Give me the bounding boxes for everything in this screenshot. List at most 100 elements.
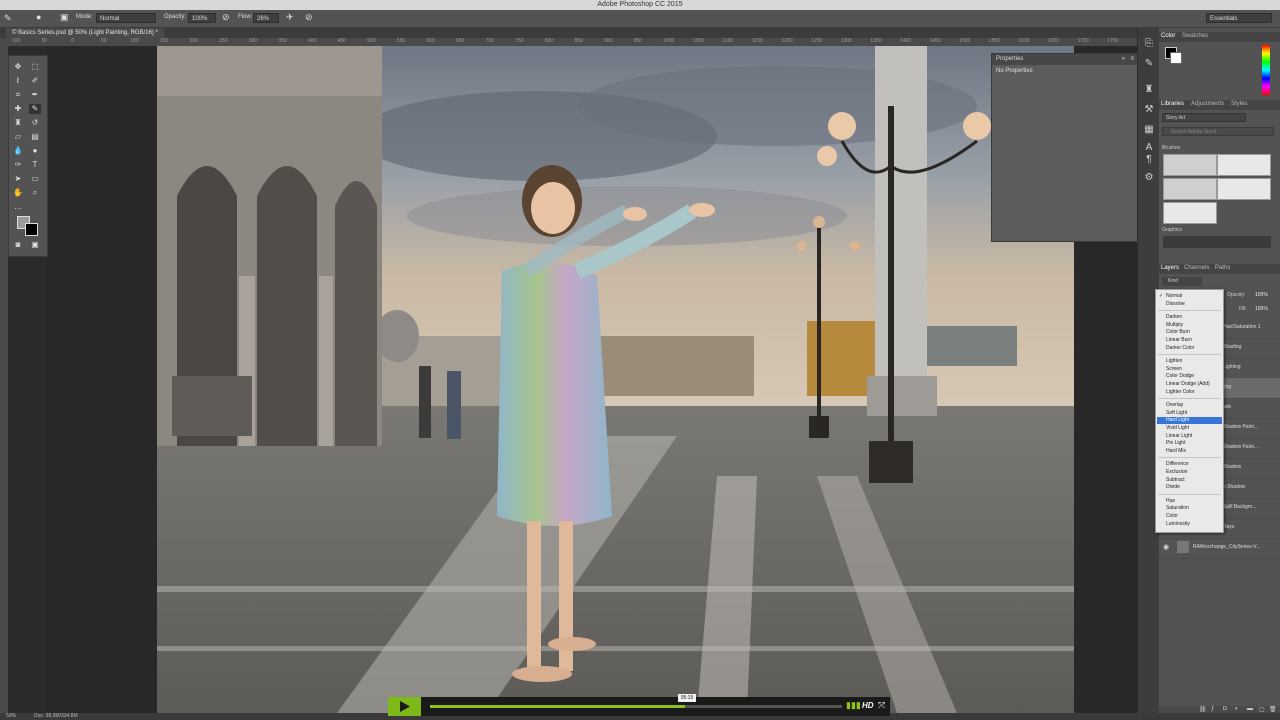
background-color-swatch[interactable] [25, 223, 38, 236]
brush-panel-icon[interactable]: ▣ [60, 12, 69, 23]
tab-swatches[interactable]: Swatches [1182, 33, 1208, 39]
pen-tool-icon[interactable]: ✑ [12, 160, 24, 170]
new-layer-icon[interactable]: ▢ [1259, 706, 1265, 713]
timeline-icon[interactable]: ⚙ [1143, 172, 1155, 184]
blend-mode-option[interactable]: Pin Light [1166, 440, 1185, 447]
tool-presets-icon[interactable]: ⚒ [1143, 104, 1155, 116]
blend-mode-option[interactable]: Subtract [1166, 477, 1185, 484]
blend-mode-option[interactable]: Hue [1166, 498, 1175, 505]
clone-source-icon[interactable]: ♜ [1143, 84, 1155, 96]
properties-panel-header[interactable]: Properties » ≡ [992, 54, 1137, 65]
airbrush-icon[interactable]: ✈ [286, 12, 294, 23]
mask-icon[interactable]: ◘ [1223, 706, 1227, 712]
link-layers-icon[interactable]: ⛓ [1199, 706, 1207, 713]
shape-tool-icon[interactable]: ▭ [29, 174, 41, 184]
marquee-tool-icon[interactable]: ⬚ [29, 62, 41, 72]
stock-search-input[interactable]: Search Adobe Stock [1162, 127, 1274, 136]
blend-mode-option[interactable]: Linear Dodge (Add) [1166, 381, 1210, 388]
properties-icon[interactable]: ▦ [1143, 124, 1155, 136]
blend-mode-option[interactable]: Overlay [1166, 402, 1183, 409]
blend-mode-option[interactable]: Luminosity [1166, 521, 1190, 528]
visibility-eye-icon[interactable]: ◉ [1163, 543, 1169, 551]
paragraph-icon[interactable]: ¶ [1143, 154, 1155, 166]
tab-libraries[interactable]: Libraries [1161, 101, 1184, 107]
zoom-tool-icon[interactable]: ⌕ [29, 188, 41, 198]
screen-mode-icon[interactable]: ▣ [29, 240, 41, 250]
type-tool-icon[interactable]: T [29, 160, 41, 170]
library-select[interactable]: Story Art [1162, 113, 1246, 122]
blend-mode-option[interactable]: Lighten [1166, 358, 1182, 365]
blend-mode-option[interactable]: Normal [1166, 293, 1182, 300]
move-tool-icon[interactable]: ✥ [12, 62, 24, 72]
play-button[interactable] [388, 697, 421, 716]
graphics-thumbnails[interactable] [1163, 236, 1271, 248]
tab-channels[interactable]: Channels [1184, 265, 1209, 271]
fullscreen-icon[interactable]: ⤧ [878, 700, 885, 711]
layer-filter-select[interactable]: Kind [1162, 277, 1202, 286]
quick-mask-icon[interactable]: ◙ [12, 240, 24, 250]
healing-tool-icon[interactable]: ✚ [12, 104, 24, 114]
flow-field[interactable]: 26% [253, 13, 279, 23]
volume-icon[interactable]: ▮▮▮ [846, 700, 861, 711]
blend-mode-option[interactable]: Hard Light [1166, 417, 1189, 424]
crop-tool-icon[interactable]: ⌗ [12, 90, 24, 100]
brush-thumbnail[interactable] [1163, 178, 1217, 200]
brush-thumbnail[interactable] [1217, 178, 1271, 200]
blend-mode-option[interactable]: Soft Light [1166, 410, 1187, 417]
document-tab[interactable]: © Basics Series.psd @ 50% (Light Paintin… [6, 28, 164, 38]
layer-opacity-value[interactable]: 100% [1255, 292, 1268, 298]
blend-mode-option[interactable]: Vivid Light [1166, 425, 1189, 432]
layer-row[interactable]: ◉ RAWexchange_CitySeries-V... [1159, 538, 1280, 559]
blend-mode-option[interactable]: Darken [1166, 314, 1182, 321]
blend-mode-option[interactable]: Lighter Color [1166, 389, 1195, 396]
tab-adjustments[interactable]: Adjustments [1191, 101, 1224, 107]
hue-slider[interactable] [1262, 45, 1270, 95]
hand-tool-icon[interactable]: ✋ [12, 188, 24, 198]
history-brush-tool-icon[interactable]: ↺ [29, 118, 41, 128]
fx-icon[interactable]: ƒ [1211, 706, 1214, 712]
history-icon[interactable]: ⎘ [1143, 38, 1155, 50]
blend-mode-option[interactable]: Screen [1166, 366, 1182, 373]
blend-mode-option[interactable]: Dissolve [1166, 301, 1185, 308]
eraser-tool-icon[interactable]: ▱ [12, 132, 24, 142]
blur-tool-icon[interactable]: 💧 [12, 146, 24, 156]
zoom-level[interactable]: 50% [6, 713, 16, 719]
folder-icon[interactable]: ▬ [1247, 706, 1253, 712]
brush-tool-icon[interactable]: ✎ [29, 104, 41, 114]
brush-thumbnail[interactable] [1163, 154, 1217, 176]
brush-settings-icon[interactable]: ✎ [1143, 58, 1155, 70]
blend-mode-option[interactable]: Darker Color [1166, 345, 1194, 352]
tab-paths[interactable]: Paths [1215, 265, 1230, 271]
brush-thumbnail[interactable] [1217, 154, 1271, 176]
tab-layers[interactable]: Layers [1161, 265, 1179, 271]
brush-thumbnail[interactable] [1163, 202, 1217, 224]
more-tools-icon[interactable]: … [12, 202, 24, 212]
blend-mode-option[interactable]: Color [1166, 513, 1178, 520]
tab-color[interactable]: Color [1161, 33, 1175, 39]
eyedropper-tool-icon[interactable]: ✒ [29, 90, 41, 100]
hd-button[interactable]: HD [862, 701, 874, 710]
blend-mode-option[interactable]: Saturation [1166, 505, 1189, 512]
tab-styles[interactable]: Styles [1231, 101, 1247, 107]
blend-mode-option[interactable]: Exclusion [1166, 469, 1187, 476]
clone-stamp-tool-icon[interactable]: ♜ [12, 118, 24, 128]
character-icon[interactable]: A [1143, 142, 1155, 154]
trash-icon[interactable]: 🗑 [1269, 706, 1277, 713]
canvas-image[interactable] [157, 46, 1074, 713]
dodge-tool-icon[interactable]: ● [29, 146, 41, 156]
workspace-select[interactable]: Essentials [1206, 13, 1272, 23]
mode-select[interactable]: Normal [96, 13, 156, 23]
blend-mode-option[interactable]: Multiply [1166, 322, 1183, 329]
pressure-size-icon[interactable]: ⊘ [305, 12, 313, 23]
path-select-tool-icon[interactable]: ➤ [12, 174, 24, 184]
blend-mode-option[interactable]: Linear Burn [1166, 337, 1192, 344]
panel-menu-icon[interactable]: ≡ [1130, 54, 1134, 65]
blend-mode-option[interactable]: Hard Mix [1166, 448, 1186, 455]
opacity-field[interactable]: 100% [188, 13, 216, 23]
blend-mode-dropdown[interactable]: ✓ Normal Dissolve Darken Multiply Color Burn L… [1155, 289, 1224, 533]
adjustment-icon[interactable]: ◐ [1235, 706, 1239, 712]
quick-select-tool-icon[interactable]: ✐ [29, 76, 41, 86]
blend-mode-option[interactable]: Color Burn [1166, 329, 1190, 336]
color-background-swatch[interactable] [1170, 52, 1182, 64]
blend-mode-option[interactable]: Divide [1166, 484, 1180, 491]
